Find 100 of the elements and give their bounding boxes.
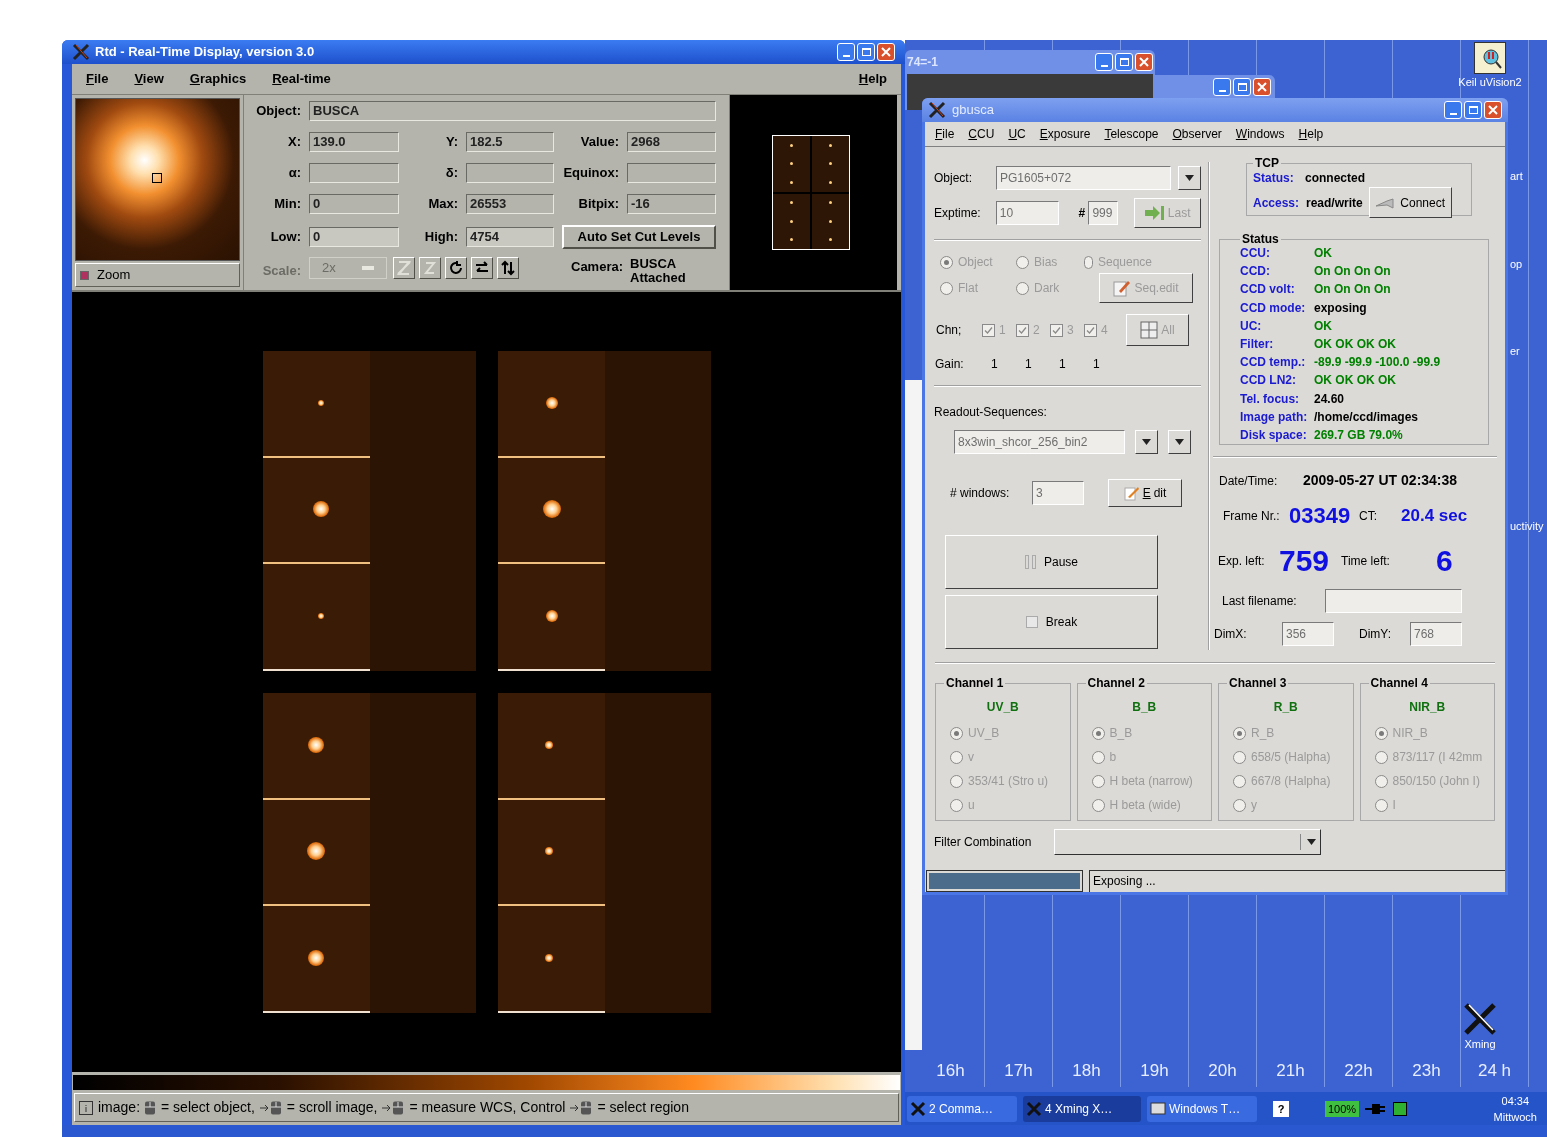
program-icon[interactable] — [1474, 42, 1506, 74]
help-icon[interactable]: ? — [1273, 1101, 1289, 1117]
dropdown-button[interactable] — [1178, 166, 1201, 190]
text-field[interactable] — [466, 163, 554, 183]
radio-button[interactable] — [1233, 774, 1246, 788]
text-field[interactable] — [627, 163, 716, 183]
radio-label: NIR_B — [1392, 725, 1428, 742]
zoom-icon[interactable] — [419, 257, 441, 279]
text-field[interactable]: 768 — [1410, 622, 1462, 646]
minimize-icon — [842, 55, 850, 57]
text-field[interactable]: 356 — [1282, 622, 1334, 646]
menu-item[interactable]: Windows — [1235, 125, 1285, 143]
maximize-button[interactable] — [857, 43, 875, 61]
radio-label: v — [968, 749, 974, 766]
text-field[interactable] — [1325, 589, 1462, 613]
radio-button[interactable] — [1233, 750, 1246, 764]
radio-button[interactable] — [1374, 798, 1388, 812]
menu-item[interactable]: Real-time — [272, 69, 331, 89]
filter-combination-dropdown[interactable] — [1054, 829, 1321, 855]
menu-item[interactable]: Help — [1298, 125, 1324, 143]
radio-button[interactable] — [940, 281, 953, 295]
checkbox[interactable] — [80, 270, 89, 280]
minimize-icon — [1100, 65, 1108, 67]
radio-button[interactable] — [950, 774, 963, 788]
text-field[interactable]: 26553 — [466, 194, 554, 214]
menu-item[interactable]: Help — [858, 69, 887, 89]
close-button[interactable] — [1135, 53, 1153, 71]
taskbar-button[interactable]: 4 Xming X… — [1023, 1096, 1141, 1122]
edit-button[interactable]: Edit — [1108, 479, 1182, 507]
connect-button[interactable]: Connect — [1368, 187, 1452, 218]
status-value: 269.7 GB 79.0% — [1314, 427, 1403, 445]
flip-horizontal-icon[interactable] — [471, 257, 493, 279]
zoom-toggle[interactable]: Zoom — [75, 263, 240, 287]
close-button[interactable] — [1253, 78, 1271, 96]
menu-item[interactable]: View — [134, 69, 164, 89]
menu-item[interactable]: Telescope — [1104, 125, 1159, 143]
text-field[interactable]: 139.0 — [309, 132, 399, 152]
text-field[interactable]: 2968 — [627, 132, 716, 152]
taskbar-button[interactable]: 2 Comma… — [907, 1096, 1017, 1122]
radio-button[interactable] — [950, 726, 963, 740]
radio-button[interactable] — [1091, 774, 1105, 788]
checkbox[interactable] — [1016, 323, 1029, 337]
radio-button[interactable] — [1084, 255, 1093, 269]
checkbox[interactable] — [982, 323, 995, 337]
menu-item[interactable]: CCU — [968, 125, 995, 143]
maximize-button[interactable] — [1464, 101, 1482, 119]
field-label: Scale: — [261, 262, 301, 280]
auto-cut-button[interactable]: Auto Set Cut Levels — [562, 225, 716, 249]
text-field[interactable]: BUSCA — [309, 101, 716, 121]
radio-button[interactable] — [1374, 774, 1388, 788]
radio-button[interactable] — [1233, 798, 1246, 812]
menu-item[interactable]: UC — [1008, 125, 1026, 143]
radio-button[interactable] — [1016, 255, 1029, 269]
radio-button[interactable] — [1374, 726, 1388, 740]
menu-item[interactable]: Observer — [1172, 125, 1222, 143]
gain-value: 1 — [1093, 356, 1101, 373]
taskbar-button[interactable]: Windows T… — [1147, 1096, 1257, 1122]
maximize-button[interactable] — [1115, 53, 1133, 71]
text-field[interactable]: 4754 — [466, 227, 554, 247]
menu-item[interactable]: File — [935, 125, 955, 143]
text-field[interactable]: -16 — [627, 194, 716, 214]
dropdown-button[interactable] — [1168, 430, 1191, 454]
minimize-button[interactable] — [1444, 101, 1462, 119]
radio-button[interactable] — [1091, 726, 1105, 740]
minimize-button[interactable] — [1213, 78, 1231, 96]
minimize-button[interactable] — [1095, 53, 1113, 71]
close-button[interactable] — [877, 43, 895, 61]
text-field[interactable]: 999 — [1088, 201, 1119, 225]
close-button[interactable] — [1484, 101, 1502, 119]
dropdown-button[interactable] — [1135, 430, 1158, 454]
radio-button[interactable] — [940, 255, 953, 269]
zoom-fit-icon[interactable] — [393, 257, 415, 279]
text-field[interactable]: PG1605+072 — [996, 166, 1171, 190]
maximize-button[interactable] — [1233, 78, 1251, 96]
text-field[interactable]: 0 — [309, 194, 399, 214]
checkbox[interactable] — [1050, 323, 1063, 337]
checkbox[interactable] — [1084, 323, 1097, 337]
menu-item[interactable]: File — [86, 69, 109, 89]
text-field[interactable]: 8x3win_shcor_256_bin2 — [954, 430, 1125, 454]
text-field[interactable]: 182.5 — [466, 132, 554, 152]
radio-button[interactable] — [950, 798, 963, 812]
radio-button[interactable] — [1374, 750, 1388, 764]
menu-item[interactable]: Graphics — [189, 69, 247, 89]
text-field[interactable] — [309, 163, 399, 183]
exposures-left: 759 — [1279, 543, 1331, 579]
minimize-button[interactable] — [837, 43, 855, 61]
radio-button[interactable] — [1091, 798, 1105, 812]
radio-button[interactable] — [1016, 281, 1029, 295]
flip-vertical-icon[interactable] — [497, 257, 519, 279]
radio-button[interactable] — [1233, 726, 1246, 740]
rotate-icon[interactable] — [445, 257, 467, 279]
break-button[interactable]: Break — [945, 595, 1158, 649]
radio-button[interactable] — [950, 750, 963, 764]
x-logo-icon[interactable] — [1463, 1002, 1497, 1036]
text-field[interactable]: 3 — [1032, 481, 1084, 505]
text-field[interactable]: 0 — [309, 227, 399, 247]
radio-button[interactable] — [1091, 750, 1105, 764]
pause-button[interactable]: Pause — [945, 535, 1158, 589]
menu-item[interactable]: Exposure — [1039, 125, 1091, 143]
text-field[interactable]: 10 — [995, 201, 1060, 225]
